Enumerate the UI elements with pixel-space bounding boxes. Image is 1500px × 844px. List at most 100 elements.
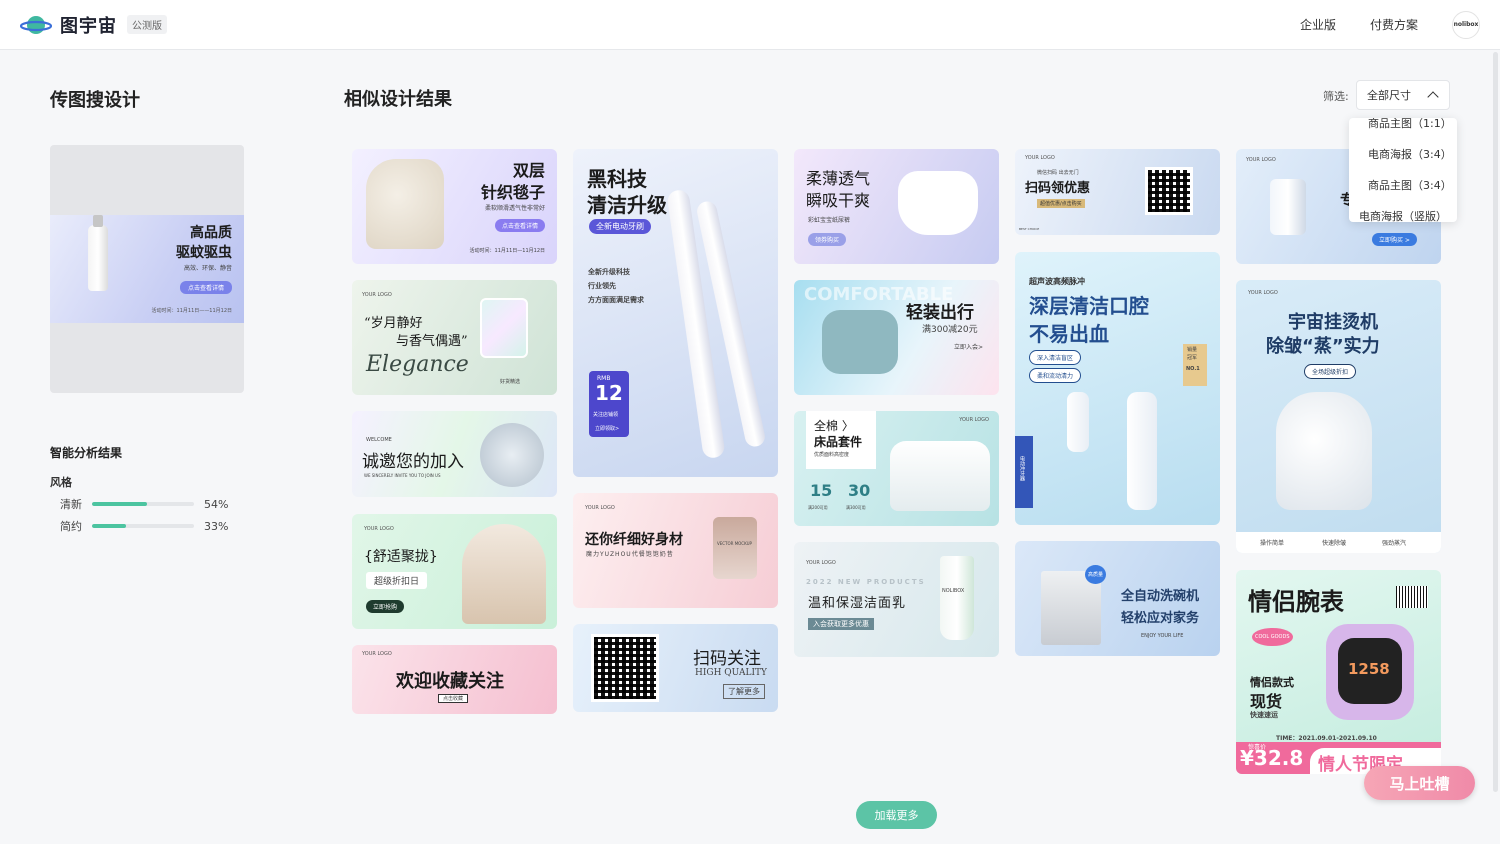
watch-illustration: 1258 bbox=[1326, 624, 1414, 720]
coupon-note: 满300可用 bbox=[846, 505, 866, 510]
nav-enterprise[interactable]: 企业版 bbox=[1300, 16, 1336, 33]
analysis-title: 智能分析结果 bbox=[50, 446, 123, 460]
card-title: 轻松应对家务 bbox=[1121, 611, 1200, 626]
size-filter-select[interactable]: 全部尺寸 bbox=[1356, 80, 1450, 110]
result-card-water-flosser[interactable]: 超声波高频脉冲 深层清洁口腔 不易出血 深入清洁盲区 柔和流动清力 销量 冠军 … bbox=[1015, 252, 1220, 525]
card-button: 领券购买 bbox=[808, 233, 847, 246]
card-title: 轻装出行 bbox=[906, 303, 974, 323]
watch-face: 1258 bbox=[1338, 638, 1402, 704]
bed-illustration bbox=[890, 441, 990, 511]
badge-line: 销量 bbox=[1187, 347, 1198, 353]
style-bar-fill bbox=[92, 524, 126, 528]
lamp-illustration bbox=[480, 423, 544, 487]
result-card-qr[interactable]: 扫码关注 HIGH QUALITY 了解更多 bbox=[573, 624, 778, 712]
card-title: 床品套件 bbox=[814, 435, 863, 449]
card-tag: 全场超级折扣 bbox=[1304, 364, 1357, 379]
page-scrollbar[interactable] bbox=[1493, 52, 1498, 792]
card-sub: 满300减20元 bbox=[922, 325, 978, 335]
result-card-shake[interactable]: YOUR LOGO 还你纤细好身材 魔力YUZHOU代餐饱饱奶昔 VECTOR … bbox=[573, 493, 778, 608]
card-title: 扫码领优惠 bbox=[1025, 181, 1091, 196]
badge-line: 冠军 bbox=[1187, 355, 1198, 361]
style-row-fresh: 清新 54% bbox=[60, 496, 228, 512]
card-logo: YOUR LOGO bbox=[362, 651, 392, 657]
dropdown-option[interactable]: 电商海报（3:4） bbox=[1368, 146, 1452, 162]
card-title: {舒适聚拢} bbox=[364, 549, 438, 565]
card-feature: 方方面面满足需求 bbox=[588, 296, 644, 304]
result-card-bedding[interactable]: 全棉 〉 床品套件 优质面料高密度 YOUR LOGO 15 30 满200可用… bbox=[794, 411, 999, 526]
nav-pricing[interactable]: 付费方案 bbox=[1370, 16, 1418, 33]
card-title: 温和保湿洁面乳 bbox=[808, 596, 907, 611]
feedback-button[interactable]: 马上吐槽 bbox=[1364, 766, 1475, 800]
logo[interactable]: 图宇宙 公测版 bbox=[20, 12, 167, 38]
style-row-simple: 简约 33% bbox=[60, 518, 228, 534]
uploaded-image[interactable]: 高品质 驱蚊驱虫 高效、环保、静音 点击查看详情 活动时间：11月11日——11… bbox=[50, 145, 244, 393]
tube-brand: NOLIBOX bbox=[942, 588, 965, 594]
result-card-coupon-qr[interactable]: YOUR LOGO 微信扫码 出去无门 扫码领优惠 超值优惠/点击购买 BEST… bbox=[1015, 149, 1220, 235]
card-small: WELCOME bbox=[366, 437, 392, 443]
result-card-bra[interactable]: YOUR LOGO {舒适聚拢} 超级折扣日 立即抢购 bbox=[352, 514, 557, 629]
result-card-watch[interactable]: 情侣腕表 COOL GOODS 情侣款式 现货 快速速运 1258 TIME：2… bbox=[1236, 570, 1441, 774]
steamer-illustration bbox=[1276, 392, 1372, 510]
style-bar-fill bbox=[92, 502, 148, 506]
card-feature: 全新升级科技 bbox=[588, 268, 630, 276]
card-title: 除皱“蒸”实力 bbox=[1266, 336, 1380, 357]
card-badge: 高质量 bbox=[1085, 565, 1107, 584]
card-tag: 柔和流动清力 bbox=[1029, 368, 1082, 383]
dropdown-option[interactable]: 商品主图（3:4） bbox=[1368, 177, 1452, 193]
card-foot: BEST CHOICE bbox=[1019, 227, 1040, 231]
card-title: 诚邀您的加入 bbox=[362, 452, 464, 472]
avatar[interactable]: nolibox bbox=[1452, 10, 1480, 39]
result-card-steamer[interactable]: YOUR LOGO 宇宙挂烫机 除皱“蒸”实力 全场超级折扣 操作简单 快速除皱… bbox=[1236, 280, 1441, 553]
card-button: 立即购买 > bbox=[1372, 233, 1417, 246]
chevron-up-icon bbox=[1427, 91, 1439, 103]
card-time: TIME：2021.09.01-2021.09.10 bbox=[1276, 735, 1377, 742]
card-badge: COOL GOODS bbox=[1252, 628, 1293, 646]
preview-sub: 高效、环保、静音 bbox=[183, 265, 232, 272]
style-label: 风格 bbox=[50, 476, 72, 489]
result-card-blanket[interactable]: 双层 针织毯子 柔软顺滑透气性非常好 点击查看详情 活动时间：11月11日—11… bbox=[352, 149, 557, 264]
card-feature: 行业领先 bbox=[588, 282, 616, 290]
dropdown-option[interactable]: 商品主图（1:1） bbox=[1368, 118, 1452, 131]
card-button: 立即入会> bbox=[954, 344, 984, 351]
result-card-bag[interactable]: COMFORTABLE 轻装出行 满300减20元 立即入会> bbox=[794, 280, 999, 395]
card-title: 柔薄透气 bbox=[806, 169, 871, 188]
card-logo: YOUR LOGO bbox=[959, 417, 989, 423]
side-tab-text: 电动冲牙器 bbox=[1019, 456, 1025, 481]
feature-item: 快速除皱 bbox=[1322, 540, 1347, 547]
card-title: 双层 bbox=[512, 161, 545, 180]
bag-illustration bbox=[822, 310, 898, 374]
result-card-invite[interactable]: WELCOME 诚邀您的加入 WE SINCERELY INVITE YOU T… bbox=[352, 411, 557, 497]
result-card-dishwasher[interactable]: 高质量 全自动洗碗机 轻松应对家务 ENJOY YOUR LIFE bbox=[1015, 541, 1220, 656]
card-script: Elegance bbox=[366, 352, 469, 377]
feature-item: 强劲蒸汽 bbox=[1382, 540, 1407, 547]
result-card-perfume[interactable]: YOUR LOGO “岁月静好 与香气偶遇” Elegance 好货精选 bbox=[352, 280, 557, 395]
card-sub: HIGH QUALITY bbox=[695, 668, 767, 678]
card-line: 微信扫码 出去无门 bbox=[1037, 170, 1079, 176]
card-title: 全棉 〉 bbox=[814, 419, 854, 433]
sales-badge: 销量 冠军 NO.1 bbox=[1183, 344, 1207, 386]
card-logo: YOUR LOGO bbox=[364, 526, 394, 532]
card-title: 还你纤细好身材 bbox=[585, 532, 683, 548]
result-card-diaper[interactable]: 柔薄透气 瞬吸干爽 彩虹宝宝纸尿裤 领券购买 bbox=[794, 149, 999, 264]
preview-date: 活动时间：11月11日——11月12日 bbox=[151, 308, 232, 314]
card-title: 清洁升级 bbox=[587, 193, 667, 217]
card-tag: 全新电动牙刷 bbox=[589, 219, 651, 234]
result-card-cleanser[interactable]: YOUR LOGO 2022 NEW PRODUCTS 温和保湿洁面乳 入会获取… bbox=[794, 542, 999, 657]
price-button: 立即领取> bbox=[595, 426, 620, 432]
card-sub: 魔力YUZHOU代餐饱饱奶昔 bbox=[586, 551, 674, 558]
load-more-button[interactable]: 加载更多 bbox=[856, 801, 937, 829]
logo-text: 图宇宙 bbox=[60, 15, 117, 37]
result-card-follow[interactable]: YOUR LOGO 欢迎收藏关注 点击收藏 bbox=[352, 645, 557, 714]
card-button: 了解更多 bbox=[723, 684, 765, 699]
planet-logo-icon bbox=[20, 15, 52, 34]
filter-label: 筛选: bbox=[1323, 90, 1349, 103]
label-panel: 全棉 〉 床品套件 优质面料高密度 bbox=[806, 411, 876, 469]
feature-item: 操作简单 bbox=[1260, 540, 1285, 547]
dropdown-option[interactable]: 电商海报（竖版） bbox=[1359, 208, 1447, 222]
result-card-toothbrush[interactable]: 黑科技 清洁升级 全新电动牙刷 全新升级科技 行业领先 方方面面满足需求 RMB… bbox=[573, 149, 778, 477]
watch-time: 1258 bbox=[1348, 660, 1390, 678]
price-value: 12 bbox=[595, 381, 623, 405]
card-title: 瞬吸干爽 bbox=[806, 191, 871, 210]
card-small: 超声波高频脉冲 bbox=[1029, 277, 1085, 286]
card-title: 黑科技 bbox=[587, 167, 647, 191]
